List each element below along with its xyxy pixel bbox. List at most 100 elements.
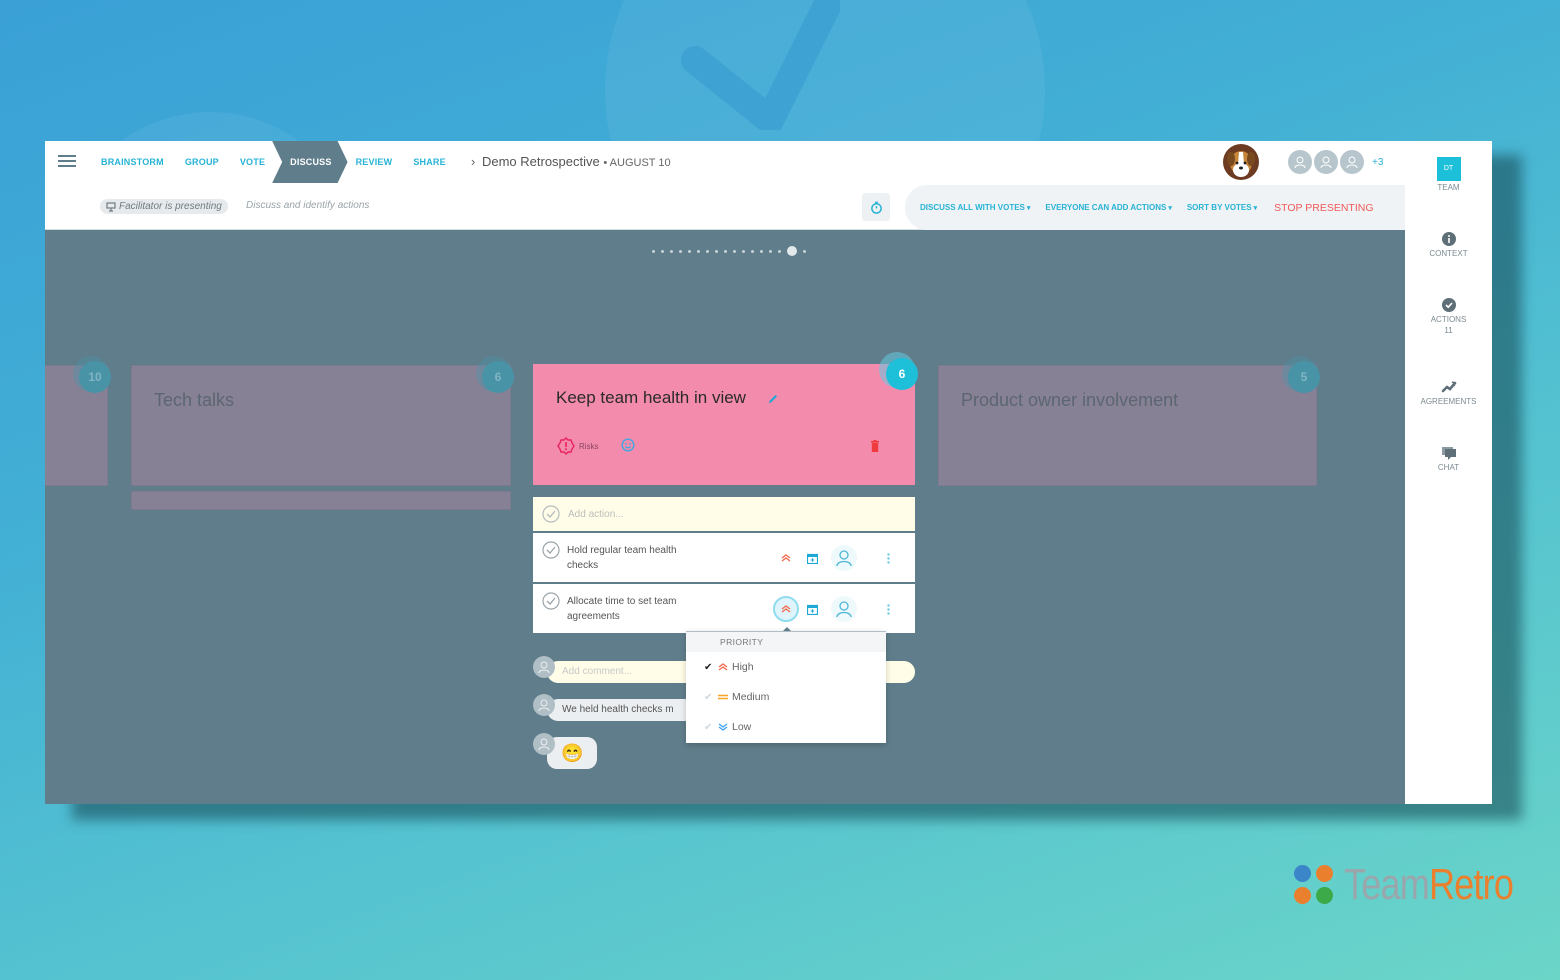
priority-option-label: Low bbox=[732, 721, 752, 733]
step-review[interactable]: REVIEW bbox=[356, 157, 393, 167]
carousel-dot[interactable] bbox=[706, 249, 709, 253]
priority-high-icon[interactable] bbox=[779, 551, 793, 565]
carousel-dot-active[interactable] bbox=[787, 246, 797, 256]
carousel-dot[interactable] bbox=[688, 249, 691, 253]
priority-high-icon bbox=[718, 663, 732, 671]
handshake-icon bbox=[1441, 379, 1457, 395]
vote-count-badge: 6 bbox=[886, 358, 918, 390]
card-title: Tech talks bbox=[154, 390, 235, 410]
retro-name: Demo Retrospective bbox=[481, 154, 600, 169]
priority-dropdown-menu: PRIORITY ✔ High ✔ Medium ✔ Low bbox=[686, 627, 886, 743]
add-reaction-icon[interactable] bbox=[621, 438, 635, 457]
card-title: Product owner involvement bbox=[961, 390, 1179, 410]
caret-down-icon: ▾ bbox=[1026, 205, 1031, 212]
category-tag-label: Risks bbox=[579, 441, 599, 451]
carousel-dot[interactable] bbox=[697, 249, 700, 253]
carousel-dot[interactable] bbox=[778, 249, 781, 253]
current-user-avatar[interactable] bbox=[1223, 144, 1259, 180]
sidebar-item-actions[interactable]: ACTIONS 11 bbox=[1405, 297, 1492, 335]
carousel-dot[interactable] bbox=[661, 249, 664, 253]
action-text: Hold regular team health checks bbox=[567, 545, 677, 571]
sidebar-item-label: CONTEXT bbox=[1429, 249, 1468, 258]
sidebar-item-team[interactable]: DT TEAM bbox=[1405, 157, 1492, 192]
hamburger-menu-icon[interactable] bbox=[58, 155, 76, 169]
delete-trash-icon[interactable] bbox=[870, 439, 880, 457]
priority-option-high[interactable]: ✔ High bbox=[686, 652, 886, 682]
card-action-strip bbox=[131, 491, 511, 510]
carousel-dot[interactable] bbox=[715, 249, 718, 253]
participants[interactable]: +3 bbox=[1288, 150, 1383, 174]
card-keep-team-health-in-view: Keep team health in view Risks bbox=[533, 364, 915, 485]
carousel-dot[interactable] bbox=[679, 249, 682, 253]
priority-high-icon[interactable] bbox=[773, 596, 799, 622]
vote-count-badge: 6 bbox=[482, 361, 514, 393]
assign-user-button[interactable] bbox=[831, 596, 857, 622]
top-header: BRAINSTORM GROUP VOTE DISCUSS REVIEW SHA… bbox=[45, 141, 1405, 230]
user-icon bbox=[538, 738, 550, 751]
logo-word-retro: Retro bbox=[1428, 860, 1514, 909]
calendar-add-icon[interactable] bbox=[806, 551, 819, 569]
complete-checkbox[interactable] bbox=[542, 592, 560, 615]
logo-mark-icon bbox=[1294, 865, 1334, 905]
step-vote[interactable]: VOTE bbox=[240, 157, 265, 167]
action-mode-dropdown[interactable]: EVERYONE CAN ADD ACTIONS ▾ bbox=[1045, 203, 1171, 212]
carousel-dot[interactable] bbox=[733, 249, 736, 253]
assign-user-button[interactable] bbox=[831, 545, 857, 571]
sidebar-item-context[interactable]: CONTEXT bbox=[1405, 231, 1492, 258]
category-tag-risks[interactable]: Risks bbox=[557, 437, 599, 455]
carousel-dot[interactable] bbox=[670, 249, 673, 253]
presenting-badge: Facilitator is presenting bbox=[100, 199, 228, 214]
stop-presenting-button[interactable]: STOP PRESENTING bbox=[1274, 202, 1373, 214]
sort-mode-dropdown[interactable]: SORT BY VOTES ▾ bbox=[1187, 203, 1257, 212]
logo-wordmark: TeamRetro bbox=[1344, 860, 1514, 910]
sidebar-item-label: CHAT bbox=[1437, 463, 1460, 472]
user-icon bbox=[538, 699, 550, 712]
user-icon bbox=[836, 601, 852, 618]
priority-option-low[interactable]: ✔ Low bbox=[686, 712, 886, 742]
edit-pencil-icon[interactable] bbox=[767, 392, 779, 410]
more-options-icon[interactable] bbox=[887, 602, 890, 620]
carousel-dot[interactable] bbox=[769, 249, 772, 253]
discuss-mode-label: DISCUSS ALL WITH VOTES bbox=[920, 203, 1025, 212]
card-tech-talks[interactable]: Tech talks bbox=[131, 365, 511, 486]
discuss-mode-dropdown[interactable]: DISCUSS ALL WITH VOTES ▾ bbox=[920, 203, 1030, 212]
carousel-dot[interactable] bbox=[652, 249, 655, 253]
info-icon bbox=[1441, 231, 1457, 247]
sidebar-item-agreements[interactable]: AGREEMENTS bbox=[1405, 379, 1492, 406]
checkmark-icon: ✔ bbox=[704, 661, 713, 673]
participants-more-count: +3 bbox=[1372, 156, 1384, 168]
carousel-dot[interactable] bbox=[742, 249, 745, 253]
priority-option-medium[interactable]: ✔ Medium bbox=[686, 682, 886, 712]
sidebar-item-chat[interactable]: CHAT bbox=[1405, 445, 1492, 472]
team-avatar: DT bbox=[1436, 157, 1461, 181]
commenter-avatar bbox=[533, 733, 555, 755]
priority-option-label: High bbox=[732, 661, 754, 673]
more-options-icon[interactable] bbox=[887, 551, 890, 569]
step-group[interactable]: GROUP bbox=[185, 157, 219, 167]
complete-checkbox[interactable] bbox=[542, 541, 560, 564]
card-title: Keep team health in view bbox=[556, 388, 746, 407]
logo-word-team: Team bbox=[1344, 860, 1430, 909]
sidebar-item-label: TEAM bbox=[1437, 183, 1460, 192]
step-brainstorm[interactable]: BRAINSTORM bbox=[101, 157, 164, 167]
carousel-dots bbox=[652, 246, 806, 256]
step-discuss[interactable]: DISCUSS bbox=[272, 141, 347, 183]
teamretro-logo: TeamRetro bbox=[1294, 860, 1550, 910]
action-text: Allocate time to set team agreements bbox=[567, 596, 677, 622]
phase-steps: BRAINSTORM GROUP VOTE DISCUSS REVIEW SHA… bbox=[101, 141, 467, 183]
sort-mode-label: SORT BY VOTES bbox=[1186, 203, 1252, 212]
commenter-avatar bbox=[533, 656, 555, 678]
card-product-owner-involvement[interactable]: Product owner involvement bbox=[938, 365, 1317, 486]
add-action-input[interactable] bbox=[568, 508, 868, 520]
carousel-dot[interactable] bbox=[803, 249, 806, 253]
participant-avatar bbox=[1314, 150, 1338, 174]
background-check-icon bbox=[681, 0, 840, 130]
timer-button[interactable] bbox=[862, 193, 890, 221]
vote-count-badge: 10 bbox=[79, 361, 111, 393]
carousel-dot[interactable] bbox=[760, 249, 763, 253]
step-share[interactable]: SHARE bbox=[413, 157, 446, 167]
vote-count-badge: 5 bbox=[1288, 361, 1320, 393]
carousel-dot[interactable] bbox=[724, 249, 727, 253]
carousel-dot[interactable] bbox=[751, 249, 754, 253]
calendar-add-icon[interactable] bbox=[806, 602, 819, 620]
